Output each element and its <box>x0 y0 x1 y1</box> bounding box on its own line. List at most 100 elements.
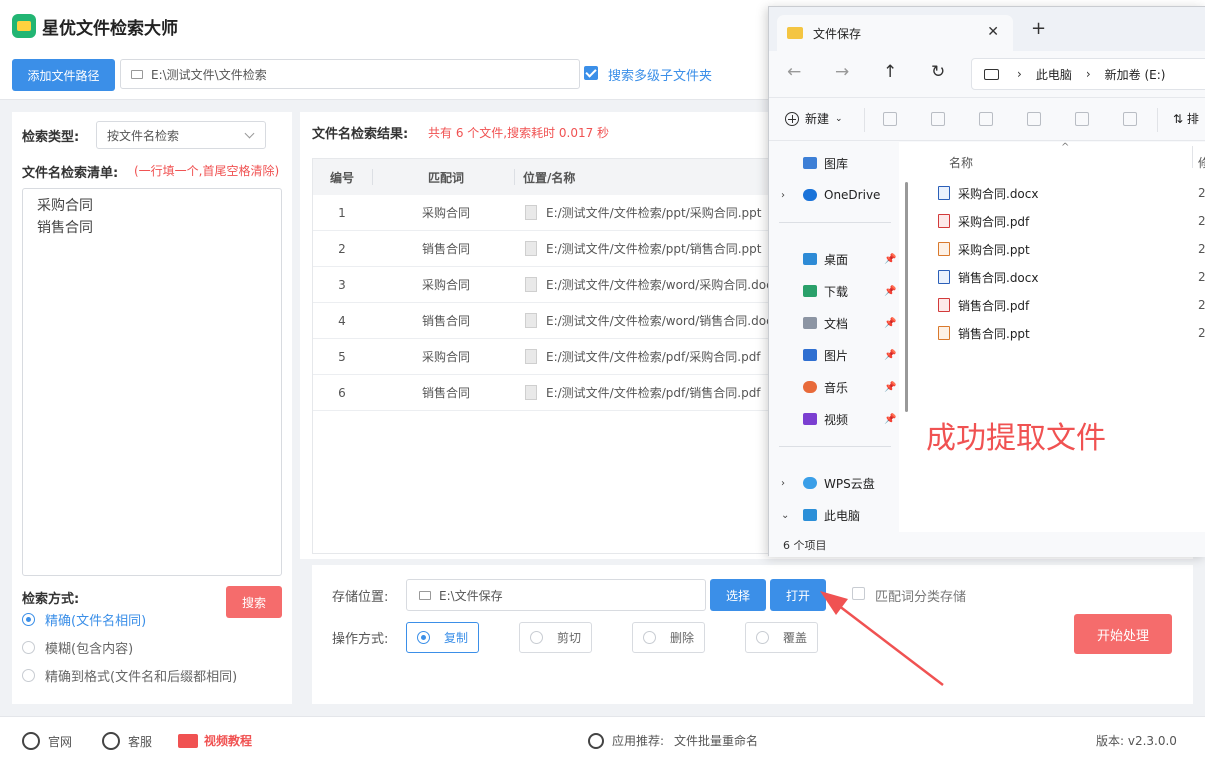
start-button[interactable]: 开始处理 <box>1074 614 1172 654</box>
delete-icon[interactable] <box>1123 112 1137 126</box>
table-row[interactable]: 1 采购合同 E:/测试文件/文件检索/ppt/采购合同.ppt <box>313 195 781 231</box>
file-item[interactable]: 销售合同.pdf 2( <box>938 294 1205 316</box>
op-cut[interactable]: 剪切 <box>519 622 592 653</box>
results-title: 文件名检索结果: <box>312 127 409 142</box>
back-icon[interactable]: ← <box>787 62 801 82</box>
pin-icon: 📌 <box>884 381 897 393</box>
table-row[interactable]: 4 销售合同 E:/测试文件/文件检索/word/销售合同.docx <box>313 303 781 339</box>
choose-button[interactable]: 选择 <box>710 579 766 611</box>
subfolder-label[interactable]: 搜索多级子文件夹 <box>608 65 712 84</box>
cell-no: 4 <box>338 313 346 328</box>
subfolder-checkbox[interactable] <box>584 66 598 80</box>
refresh-icon[interactable]: ↻ <box>931 62 945 82</box>
cell-path: E:/测试文件/文件检索/word/销售合同.docx <box>546 314 780 328</box>
mode-exact[interactable]: 精确(文件名相同) <box>22 610 146 629</box>
file-item[interactable]: 销售合同.ppt 2( <box>938 322 1205 344</box>
op-overwrite[interactable]: 覆盖 <box>745 622 818 653</box>
explorer-tab-title: 文件保存 <box>813 26 862 41</box>
column-name[interactable]: 名称 <box>949 154 973 171</box>
app-logo <box>12 14 36 38</box>
keyword-list-label: 文件名检索清单: <box>22 166 119 181</box>
sidebar-item-pictures[interactable]: 图片 📌 <box>769 342 899 368</box>
keyword-line: 销售合同 <box>37 220 93 236</box>
column-modified[interactable]: 修 <box>1198 154 1205 171</box>
path-value: E:\测试文件\文件检索 <box>151 67 267 82</box>
file-item[interactable]: 采购合同.ppt 2( <box>938 238 1205 260</box>
music-icon <box>803 381 817 393</box>
sidebar-item-onedrive[interactable]: › OneDrive <box>769 182 899 208</box>
cell-keyword: 销售合同 <box>421 314 470 328</box>
radio-icon <box>530 631 543 644</box>
cell-keyword: 采购合同 <box>421 350 470 364</box>
file-date: 2( <box>1198 214 1205 228</box>
share-icon[interactable] <box>1075 112 1089 126</box>
search-mode-label: 检索方式: <box>22 592 80 607</box>
mode-fuzzy[interactable]: 模糊(包含内容) <box>22 638 133 657</box>
paste-icon[interactable] <box>979 112 993 126</box>
footer-video-link[interactable]: 视频教程 <box>178 732 252 749</box>
sidebar-item-this-pc[interactable]: ⌄ 此电脑 <box>769 502 899 528</box>
pin-icon: 📌 <box>884 285 897 297</box>
mode-label: 模糊(包含内容) <box>45 642 134 657</box>
cloud-icon <box>803 477 817 489</box>
file-item[interactable]: 采购合同.pdf 2( <box>938 210 1205 232</box>
footer-recommend[interactable]: 应用推荐: 文件批量重命名 <box>588 732 758 749</box>
path-input[interactable]: E:\测试文件\文件检索 <box>120 59 580 89</box>
search-button[interactable]: 搜索 <box>226 586 282 618</box>
close-icon[interactable]: ✕ <box>987 24 999 40</box>
table-row[interactable]: 2 销售合同 E:/测试文件/文件检索/ppt/销售合同.ppt <box>313 231 781 267</box>
computer-icon <box>803 509 817 521</box>
footer: 官网 客服 视频教程 应用推荐: 文件批量重命名 版本: v2.3.0.0 <box>0 716 1205 766</box>
sort-button[interactable]: ⇅ 排 <box>1173 110 1199 127</box>
sidebar-item-desktop[interactable]: 桌面 📌 <box>769 246 899 272</box>
op-label: 剪切 <box>557 631 582 645</box>
sidebar-item-videos[interactable]: 视频 📌 <box>769 406 899 432</box>
picture-icon <box>803 349 817 361</box>
operation-label: 操作方式: <box>332 632 389 647</box>
breadcrumb-pc[interactable]: 此电脑 <box>1036 66 1072 83</box>
up-icon[interactable]: ↑ <box>883 62 897 82</box>
keyword-line: 采购合同 <box>37 198 93 214</box>
file-item[interactable]: 采购合同.docx 2( <box>938 182 1205 204</box>
breadcrumb-drive[interactable]: 新加卷 (E:) <box>1105 66 1166 83</box>
sidebar-item-documents[interactable]: 文档 📌 <box>769 310 899 336</box>
keyword-textarea[interactable]: 采购合同 销售合同 <box>22 188 282 576</box>
sidebar-item-gallery[interactable]: 图库 <box>769 150 899 176</box>
table-row[interactable]: 5 采购合同 E:/测试文件/文件检索/pdf/采购合同.pdf <box>313 339 781 375</box>
mode-exact-format[interactable]: 精确到格式(文件名和后缀都相同) <box>22 666 237 685</box>
table-row[interactable]: 6 销售合同 E:/测试文件/文件检索/pdf/销售合同.pdf <box>313 375 781 411</box>
add-path-button[interactable]: 添加文件路径 <box>12 59 115 91</box>
copy-icon[interactable] <box>931 112 945 126</box>
sidebar-item-wps[interactable]: › WPS云盘 <box>769 470 899 496</box>
rename-icon[interactable] <box>1027 112 1041 126</box>
pdf-icon <box>938 298 950 312</box>
op-copy[interactable]: 复制 <box>406 622 479 653</box>
table-row[interactable]: 3 采购合同 E:/测试文件/文件检索/word/采购合同.docx <box>313 267 781 303</box>
new-button[interactable]: 新建 ⌄ <box>785 110 843 127</box>
cut-icon[interactable] <box>883 112 897 126</box>
mode-label: 精确(文件名相同) <box>45 614 147 629</box>
file-item[interactable]: 销售合同.docx 2( <box>938 266 1205 288</box>
footer-service-link[interactable]: 客服 <box>102 732 152 750</box>
sidebar-label: OneDrive <box>824 188 881 202</box>
sidebar-item-music[interactable]: 音乐 📌 <box>769 374 899 400</box>
monitor-icon <box>984 68 999 80</box>
footer-site-link[interactable]: 官网 <box>22 732 72 750</box>
file-icon <box>525 241 537 256</box>
new-tab-icon[interactable]: + <box>1031 18 1046 39</box>
folder-icon <box>787 27 803 39</box>
search-type-select[interactable]: 按文件名检索 <box>96 121 266 149</box>
store-path-input[interactable]: E:\文件保存 <box>406 579 706 611</box>
sidebar-item-downloads[interactable]: 下载 📌 <box>769 278 899 304</box>
op-delete[interactable]: 删除 <box>632 622 705 653</box>
sidebar-scrollbar[interactable] <box>905 182 908 412</box>
cell-no: 1 <box>338 205 346 220</box>
version-text: 版本: v2.3.0.0 <box>1096 734 1177 748</box>
file-icon <box>525 385 537 400</box>
forward-icon[interactable]: → <box>835 62 849 82</box>
file-icon <box>525 313 537 328</box>
sidebar-label: 此电脑 <box>824 508 861 523</box>
explorer-tab[interactable]: 文件保存 ✕ <box>777 15 1013 51</box>
cell-keyword: 采购合同 <box>421 278 470 292</box>
address-bar[interactable]: › 此电脑 › 新加卷 (E:) <box>971 58 1205 90</box>
